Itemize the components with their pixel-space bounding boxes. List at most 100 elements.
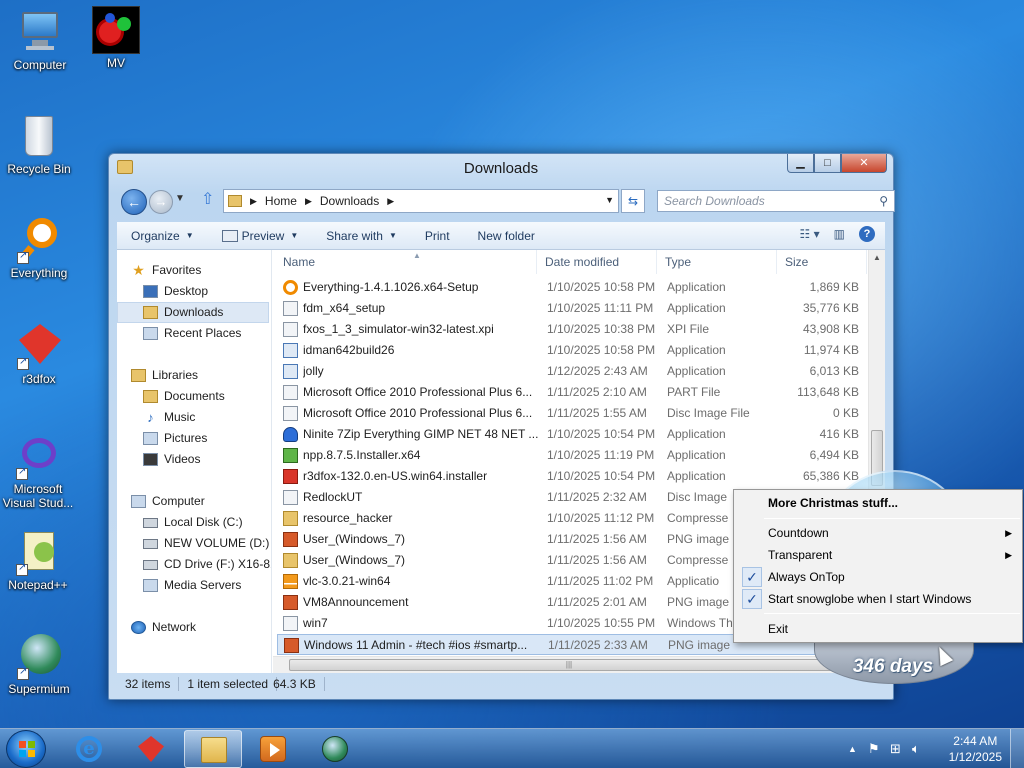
scrollbar-thumb[interactable]: ||| (289, 659, 849, 671)
column-header-size[interactable]: Size (777, 250, 867, 274)
taskbar-supermium[interactable] (306, 730, 364, 768)
nav-local-disk[interactable]: Local Disk (C:) (117, 512, 271, 533)
nav-videos[interactable]: Videos (117, 449, 271, 470)
recent-pages-dropdown[interactable]: ▼ (175, 193, 185, 204)
nav-network[interactable]: Network (117, 617, 271, 638)
breadcrumb-downloads[interactable]: Downloads (320, 194, 379, 208)
desktop-icon-computer[interactable]: Computer (2, 8, 78, 72)
desktop-icon-label: Recycle Bin (7, 162, 71, 176)
nav-desktop[interactable]: Desktop (117, 281, 271, 302)
view-options-icon[interactable]: ☷ ▾ (800, 227, 820, 241)
network-icon[interactable]: ⊞ (890, 741, 901, 757)
address-dropdown-icon[interactable]: ▼ (605, 195, 614, 205)
nav-pictures[interactable]: Pictures (117, 428, 271, 449)
menu-item-more-christmas[interactable]: More Christmas stuff... (736, 492, 1020, 514)
nav-downloads[interactable]: Downloads (117, 302, 269, 323)
share-with-button[interactable]: Share with ▼ (312, 229, 411, 243)
menu-item-countdown[interactable]: Countdown ▶ (736, 522, 1020, 544)
nav-documents[interactable]: Documents (117, 386, 271, 407)
desktop-icon-visual-studio[interactable]: Microsoft Visual Stud... (0, 432, 76, 510)
taskbar-r3dfox[interactable] (122, 730, 180, 768)
nav-music[interactable]: ♪ Music (117, 407, 271, 428)
forward-button[interactable]: → (149, 190, 173, 214)
preview-button[interactable]: Preview ▼ (208, 229, 313, 243)
search-input[interactable]: Search Downloads ⚲ (657, 190, 895, 212)
horizontal-scrollbar[interactable]: ||| (273, 656, 868, 673)
preview-pane-icon[interactable]: ▥ (834, 227, 845, 241)
start-button[interactable] (6, 730, 46, 768)
file-name: fdm_x64_setup (303, 301, 386, 315)
scroll-up-arrow-icon[interactable]: ▲ (873, 253, 881, 262)
column-header-type[interactable]: Type (657, 250, 777, 274)
help-icon[interactable]: ? (859, 226, 875, 242)
file-row[interactable]: jolly 1/12/2025 2:43 AM Application 6,013 K… (277, 361, 865, 382)
file-row[interactable]: Microsoft Office 2010 Professional Plus … (277, 403, 865, 424)
nav-new-volume[interactable]: NEW VOLUME (D:) (117, 533, 271, 554)
taskbar-media-player[interactable] (244, 730, 302, 768)
menu-item-exit[interactable]: Exit (736, 618, 1020, 640)
visual-studio-icon (14, 432, 62, 480)
flag-icon[interactable]: ⚑ (868, 741, 880, 757)
documents-icon (143, 390, 158, 403)
column-header-date[interactable]: Date modified (537, 250, 657, 274)
file-row[interactable]: Microsoft Office 2010 Professional Plus … (277, 382, 865, 403)
file-row[interactable]: idman642build26 1/10/2025 10:58 PM Applica… (277, 340, 865, 361)
breadcrumb-separator[interactable]: ▶ (250, 196, 257, 207)
chevron-down-icon: ▼ (388, 231, 397, 240)
taskbar-windows-explorer[interactable] (184, 730, 242, 768)
nav-computer[interactable]: Computer (117, 491, 271, 512)
desktop-icon-r3dfox[interactable]: r3dfox (1, 322, 77, 386)
nav-favorites[interactable]: ★ Favorites (117, 260, 271, 281)
desktop-icon-everything[interactable]: Everything (1, 216, 77, 280)
desktop-icon-mv[interactable]: MV (78, 6, 154, 70)
maximize-button[interactable]: □ (814, 154, 841, 173)
nav-media-servers[interactable]: Media Servers (117, 575, 271, 596)
file-name: r3dfox-132.0.en-US.win64.installer (303, 469, 488, 483)
desktop-icon-supermium[interactable]: Supermium (1, 632, 77, 696)
recent-places-icon (143, 327, 158, 340)
menu-item-always-on-top[interactable]: ✓ Always OnTop (736, 566, 1020, 588)
file-row[interactable]: Everything-1.4.1.1026.x64-Setup 1/10/2025… (277, 277, 865, 298)
desktop-icon-label: Everything (10, 266, 68, 280)
file-row[interactable]: npp.8.7.5.Installer.x64 1/10/2025 11:19 P… (277, 445, 865, 466)
address-bar[interactable]: ▶ Home ▶ Downloads ▶ ▼ (223, 189, 619, 213)
desktop-icon-recycle-bin[interactable]: Recycle Bin (1, 112, 77, 176)
menu-item-start-with-windows[interactable]: ✓ Start snowglobe when I start Windows (736, 588, 1020, 610)
title-bar[interactable]: Downloads ▁ □ ✕ (109, 154, 893, 184)
file-row[interactable]: fxos_1_3_simulator-win32-latest.xpi 1/10/… (277, 319, 865, 340)
volume-icon[interactable]: 🔈︎ (912, 741, 920, 757)
refresh-icon[interactable]: ⇆ (621, 189, 645, 213)
nav-label: Downloads (164, 305, 224, 319)
file-size: 35,776 KB (802, 301, 859, 315)
nav-label: Local Disk (C:) (164, 515, 243, 529)
clock[interactable]: 2:44 AM 1/12/2025 (949, 733, 1002, 765)
menu-item-transparent[interactable]: Transparent ▶ (736, 544, 1020, 566)
minimize-button[interactable]: ▁ (787, 154, 814, 173)
back-button[interactable]: ← (121, 189, 147, 215)
nav-cd-drive[interactable]: CD Drive (F:) X16-81 (117, 554, 271, 575)
nav-libraries[interactable]: Libraries (117, 365, 271, 386)
computer-icon (131, 495, 146, 508)
print-button[interactable]: Print (411, 229, 464, 243)
organize-button[interactable]: Organize ▼ (117, 229, 208, 243)
taskbar-internet-explorer[interactable]: e (60, 730, 118, 768)
file-name: resource_hacker (303, 511, 393, 525)
breadcrumb-separator[interactable]: ▶ (387, 196, 394, 207)
up-arrow-icon[interactable]: ⇧ (201, 189, 214, 209)
breadcrumb-home[interactable]: Home (265, 194, 297, 208)
new-folder-button[interactable]: New folder (464, 229, 549, 243)
file-row[interactable]: Ninite 7Zip Everything GIMP NET 48 NET .… (277, 424, 865, 445)
desktop-icon-notepad-plus[interactable]: Notepad++ (0, 528, 76, 592)
nav-label: Media Servers (164, 578, 242, 592)
clock-date: 1/12/2025 (948, 750, 1002, 764)
show-desktop-button[interactable] (1010, 729, 1024, 768)
column-header-name[interactable]: ▲ Name (275, 250, 537, 274)
file-row[interactable]: fdm_x64_setup 1/10/2025 11:11 PM Applicati… (277, 298, 865, 319)
close-button[interactable]: ✕ (841, 154, 887, 173)
search-icon[interactable]: ⚲ (879, 194, 888, 208)
nav-recent-places[interactable]: Recent Places (117, 323, 271, 344)
breadcrumb-separator[interactable]: ▶ (305, 196, 312, 207)
file-size: 43,908 KB (802, 322, 859, 336)
file-row[interactable]: r3dfox-132.0.en-US.win64.installer 1/10/2… (277, 466, 865, 487)
show-hidden-icons-arrow[interactable]: ▲ (848, 744, 857, 754)
